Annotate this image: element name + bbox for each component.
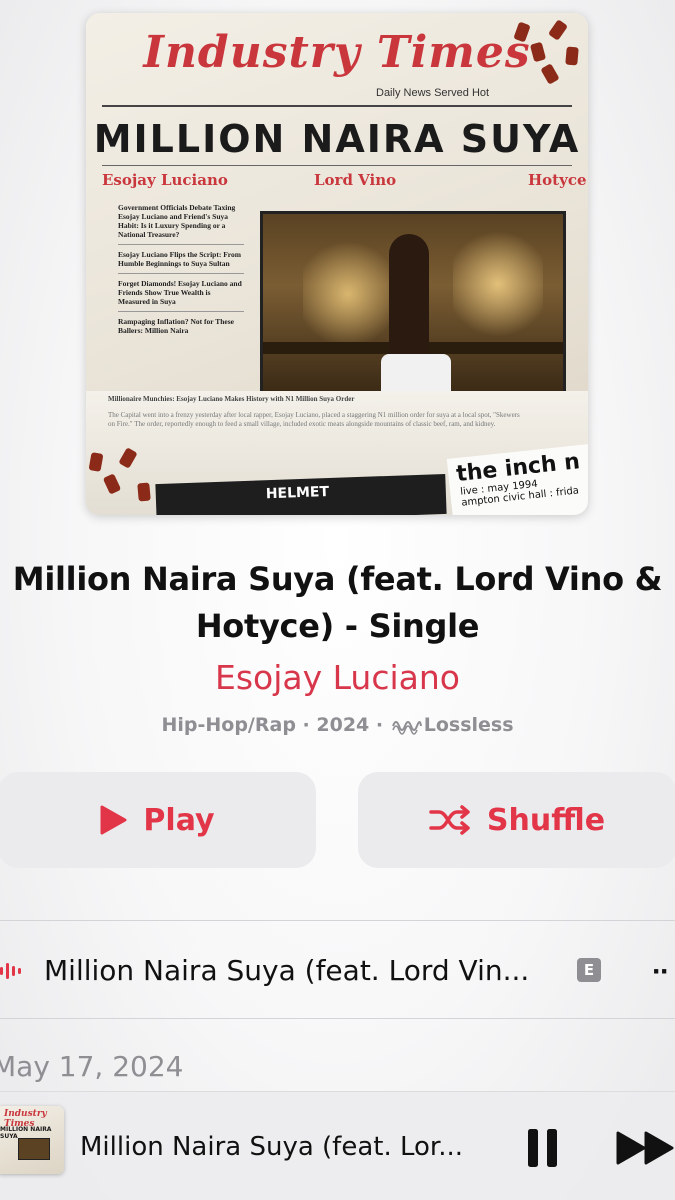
- mini-player-artwork[interactable]: Industry Times MILLION NAIRA SUYA: [0, 1106, 64, 1174]
- play-icon: [99, 805, 127, 835]
- shuffle-button[interactable]: Shuffle: [358, 772, 675, 868]
- track-title: Million Naira Suya (feat. Lord Vin...: [44, 954, 530, 987]
- newspaper-headline: MILLION NAIRA SUYA: [93, 117, 581, 161]
- light: [303, 234, 393, 354]
- story: Esojay Luciano Flips the Script: From Hu…: [118, 250, 244, 274]
- article-headline: Millionaire Munchies: Esojay Luciano Mak…: [108, 395, 355, 403]
- shuffle-label: Shuffle: [486, 802, 606, 838]
- artist-link[interactable]: Esojay Luciano: [0, 658, 675, 697]
- lossless-icon: [391, 717, 422, 740]
- separator: ·: [295, 714, 317, 736]
- art-artist-1: Esojay Luciano: [102, 171, 228, 189]
- mini-art-photo: [18, 1138, 50, 1160]
- release-year: 2024: [316, 714, 370, 736]
- light: [453, 224, 543, 344]
- explicit-icon: E: [577, 958, 601, 982]
- album-title: Million Naira Suya (feat. Lord Vino & Ho…: [12, 560, 663, 645]
- more-icon[interactable]: ··: [652, 955, 670, 989]
- release-date: May 17, 2024: [0, 1050, 184, 1083]
- newspaper-name: Industry Times: [143, 27, 531, 78]
- shuffle-icon: [429, 805, 471, 835]
- genre: Hip-Hop/Rap: [161, 714, 296, 736]
- album-artwork[interactable]: Industry Times Daily News Served Hot MIL…: [86, 13, 588, 515]
- now-playing-bars-icon: [0, 960, 22, 987]
- divider: [102, 165, 572, 166]
- fast-forward-icon[interactable]: [616, 1130, 674, 1171]
- mini-player-title[interactable]: Million Naira Suya (feat. Lor...: [80, 1132, 500, 1162]
- story: Forget Diamonds! Esojay Luciano and Frie…: [118, 279, 244, 312]
- pause-icon[interactable]: [527, 1128, 559, 1173]
- hands: [389, 234, 429, 364]
- article-body: The Capital went into a frenzy yesterday…: [108, 411, 520, 428]
- story: Rampaging Inflation? Not for These Balle…: [118, 317, 234, 335]
- separator: ·: [369, 714, 390, 736]
- divider: [0, 920, 675, 921]
- mini-player[interactable]: Industry Times MILLION NAIRA SUYA Millio…: [0, 1092, 675, 1200]
- story: Government Officials Debate Taxing Esoja…: [118, 203, 244, 245]
- art-artist-3: Hotyce: [528, 171, 587, 189]
- album-meta: Hip-Hop/Rap · 2024 · Lossless: [0, 714, 675, 740]
- newspaper-tagline: Daily News Served Hot: [376, 87, 490, 99]
- newspaper-stories: Government Officials Debate Taxing Esoja…: [118, 203, 244, 345]
- art-artist-2: Lord Vino: [314, 171, 397, 189]
- play-label: Play: [143, 802, 215, 838]
- suya-meat: [137, 482, 151, 502]
- suya-meat: [565, 46, 579, 66]
- sleeve: [381, 354, 451, 392]
- play-button[interactable]: Play: [0, 772, 316, 868]
- track-row[interactable]: Million Naira Suya (feat. Lord Vin... E …: [0, 922, 675, 1018]
- audio-quality: Lossless: [423, 714, 514, 736]
- divider: [102, 105, 572, 107]
- divider: [0, 1018, 675, 1019]
- praying-hands-photo: [260, 211, 566, 395]
